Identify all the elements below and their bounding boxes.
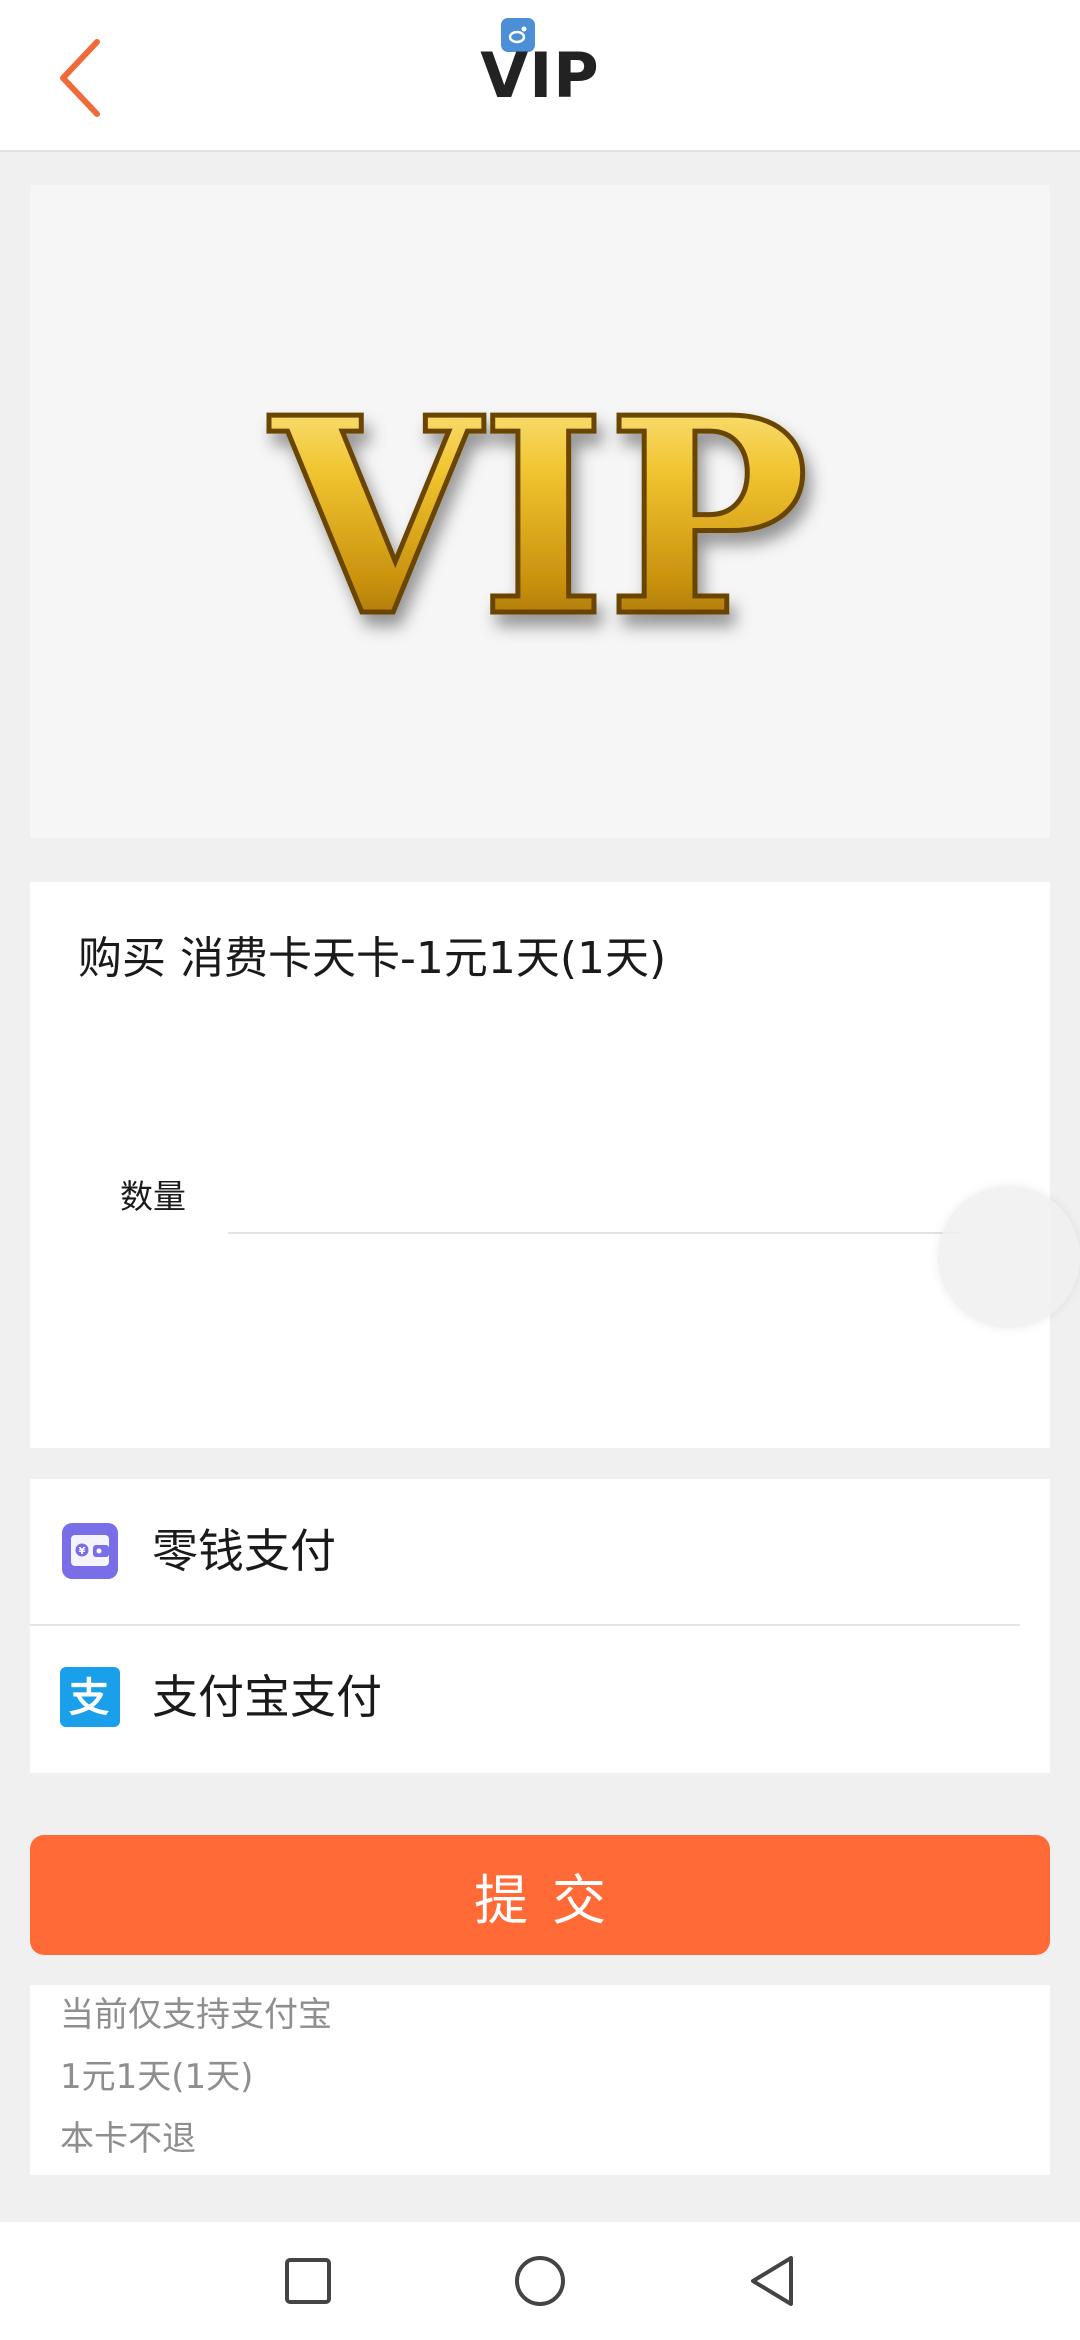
quantity-label: 数量 (120, 1177, 186, 1216)
header-bar: VIP (0, 0, 1080, 152)
submit-button[interactable]: 提交 (30, 1835, 1050, 1955)
payment-option-wallet[interactable]: ¥ 零钱支付 (30, 1479, 1050, 1626)
product-title: 购买 消费卡天卡-1元1天(1天) (78, 933, 667, 984)
product-card: 购买 消费卡天卡-1元1天(1天) 数量 (30, 882, 1050, 1448)
home-button[interactable] (480, 2222, 600, 2340)
note-text: 本卡不退 (60, 2119, 196, 2159)
floating-assistant-button[interactable] (938, 1186, 1080, 1328)
svg-text:VIP: VIP (266, 358, 809, 672)
quantity-input[interactable] (228, 1152, 960, 1234)
system-navigation-bar (0, 2222, 1080, 2340)
payment-option-alipay[interactable]: 支 支付宝支付 (30, 1625, 1050, 1770)
recent-apps-icon (285, 2258, 331, 2304)
note-text: 1元1天(1天) (60, 2057, 254, 2097)
vip-gold-logo-icon: VIP (264, 355, 812, 672)
system-back-button[interactable] (712, 2222, 832, 2340)
payment-options-card: ¥ 零钱支付 支 支付宝支付 (30, 1479, 1050, 1773)
svg-text:支: 支 (69, 1675, 109, 1721)
note-text: 当前仅支持支付宝 (60, 1995, 332, 2035)
page-title: VIP (480, 39, 600, 112)
payment-option-label: 零钱支付 (152, 1524, 336, 1578)
alipay-icon: 支 (60, 1667, 120, 1727)
wallet-icon: ¥ (62, 1523, 118, 1579)
svg-text:¥: ¥ (79, 1546, 86, 1557)
recent-apps-button[interactable] (248, 2222, 368, 2340)
back-icon (751, 2256, 793, 2306)
payment-option-label: 支付宝支付 (152, 1670, 382, 1724)
notes-card: 当前仅支持支付宝 1元1天(1天) 本卡不退 (30, 1985, 1050, 2175)
vip-banner: VIP (30, 185, 1050, 838)
home-icon (515, 2256, 565, 2306)
